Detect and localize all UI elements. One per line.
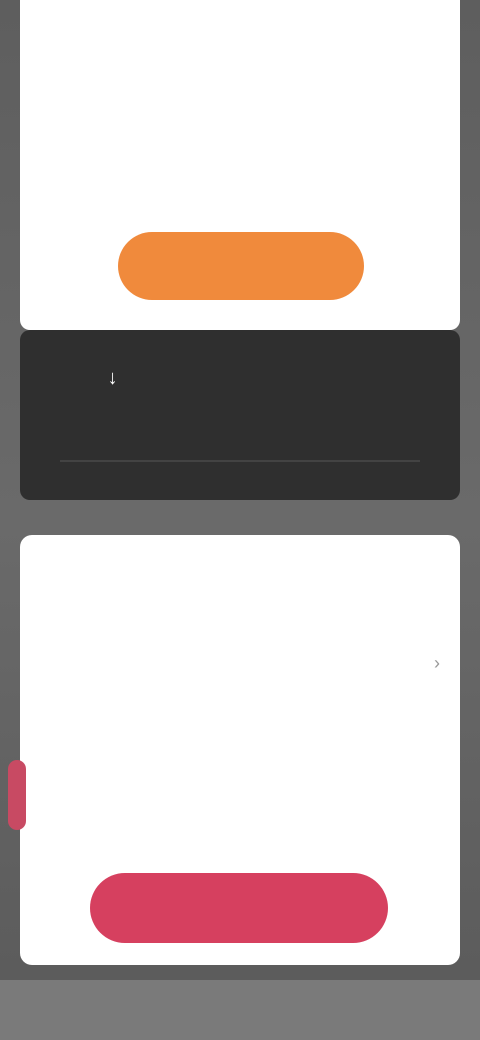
primary-pink-button[interactable]	[90, 873, 388, 943]
left-accent-tab	[8, 760, 26, 830]
strip-divider	[60, 460, 420, 462]
chevron-right-icon: ›	[434, 653, 440, 673]
dark-info-strip: ↓	[20, 330, 460, 500]
meta-row[interactable]: ›	[40, 653, 440, 674]
download-icon: ↓	[107, 367, 118, 389]
strip-item-1[interactable]: ↓	[108, 368, 126, 388]
bottom-bar	[0, 980, 480, 1040]
top-card	[20, 0, 460, 330]
strip-items: ↓	[20, 368, 460, 388]
primary-orange-button[interactable]	[118, 232, 364, 300]
